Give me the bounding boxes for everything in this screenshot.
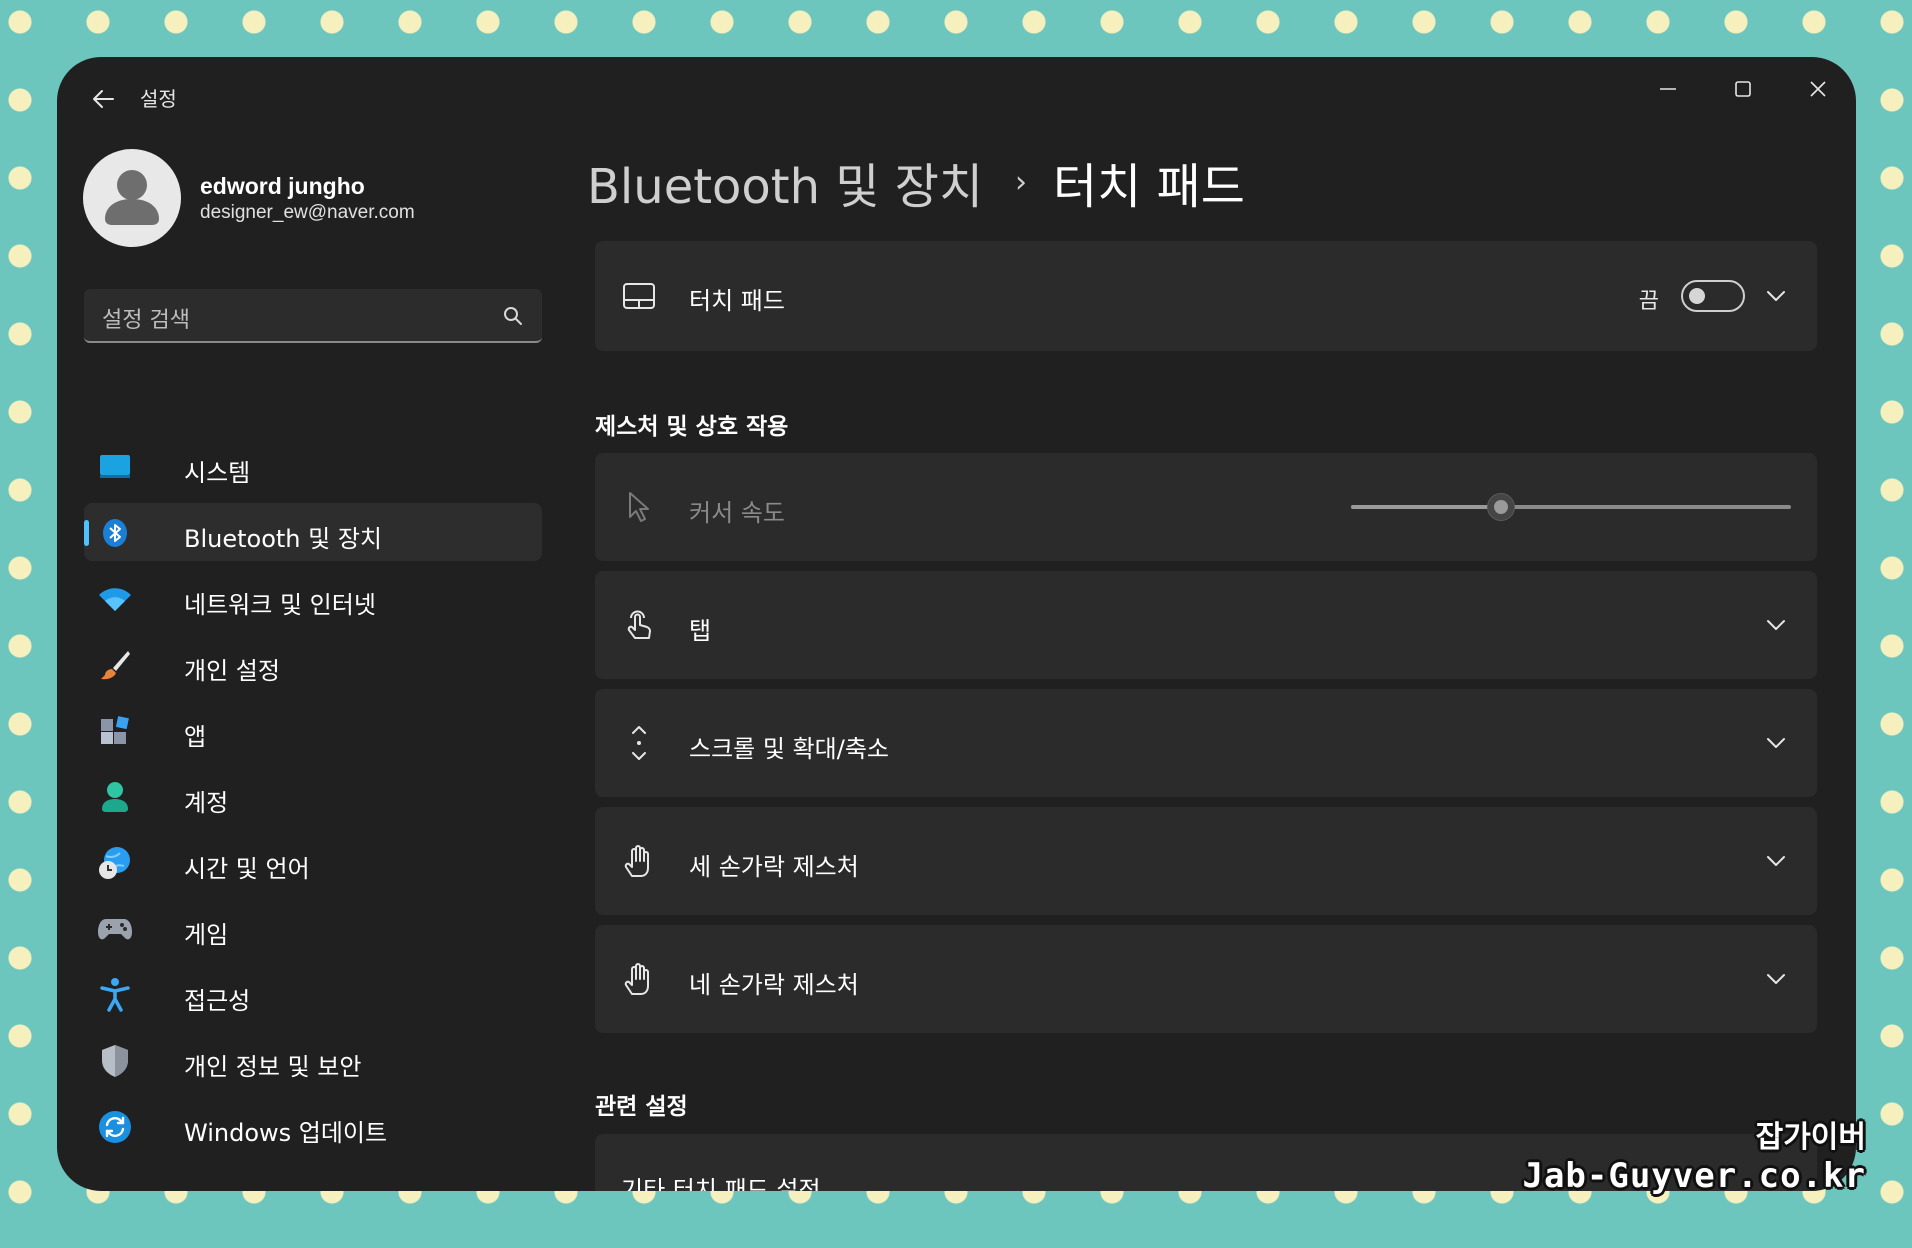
sidebar-item-label: 개인 설정 (184, 657, 280, 685)
three-finger-card[interactable]: 세 손가락 제스처 (595, 807, 1817, 915)
scroll-zoom-card[interactable]: 스크롤 및 확대/축소 (595, 689, 1817, 797)
user-email: designer_ew@naver.com (200, 202, 415, 223)
sidebar-item-gaming[interactable]: 게임 (84, 899, 542, 957)
sidebar-item-apps[interactable]: 앱 (84, 701, 542, 759)
update-icon (98, 1110, 132, 1144)
person-icon (105, 170, 159, 225)
sidebar-item-label: 앱 (184, 723, 207, 751)
sidebar-item-time-language[interactable]: 시간 및 언어 (84, 833, 542, 891)
sidebar-item-label: Windows 업데이트 (184, 1119, 388, 1147)
system-icon (98, 450, 132, 484)
sidebar-item-label: 게임 (184, 921, 229, 949)
sidebar-item-label: 계정 (184, 789, 229, 817)
avatar (83, 149, 181, 247)
sidebar-item-accessibility[interactable]: 접근성 (84, 965, 542, 1023)
bluetooth-icon (98, 516, 132, 550)
shield-icon (98, 1044, 132, 1078)
tap-icon (621, 607, 657, 643)
sidebar-item-label: 접근성 (184, 987, 251, 1015)
wifi-icon (98, 582, 132, 616)
touchpad-label: 터치 패드 (689, 287, 785, 315)
breadcrumb-parent[interactable]: Bluetooth 및 장치 (587, 147, 983, 217)
cursor-speed-label: 커서 속도 (689, 499, 785, 527)
sidebar-item-label: 개인 정보 및 보안 (184, 1053, 362, 1081)
back-button[interactable] (81, 79, 125, 119)
sidebar-item-personalization[interactable]: 개인 설정 (84, 635, 542, 693)
three-finger-hand-icon (621, 843, 657, 879)
touchpad-icon (621, 278, 657, 314)
maximize-button[interactable] (1713, 67, 1773, 111)
back-arrow-icon (93, 90, 114, 108)
watermark-korean: 잡가이버 (1755, 1120, 1866, 1155)
minimize-icon (1660, 88, 1676, 90)
sidebar-item-network[interactable]: 네트워크 및 인터넷 (84, 569, 542, 627)
tap-label: 탭 (689, 617, 712, 645)
app-title: 설정 (140, 87, 177, 111)
chevron-down-icon[interactable] (1765, 732, 1787, 754)
toggle-knob (1689, 288, 1705, 304)
tap-card[interactable]: 탭 (595, 571, 1817, 679)
cursor-speed-card: 커서 속도 (595, 453, 1817, 561)
sidebar-item-windows-update[interactable]: Windows 업데이트 (84, 1097, 542, 1155)
search-input[interactable]: 설정 검색 (102, 302, 190, 334)
sidebar-item-label: Bluetooth 및 장치 (184, 525, 383, 553)
touchpad-card[interactable]: 터치 패드 끔 (595, 241, 1817, 351)
scroll-zoom-label: 스크롤 및 확대/축소 (689, 735, 889, 763)
four-finger-label: 네 손가락 제스처 (689, 971, 859, 999)
sidebar-item-system[interactable]: 시스템 (84, 437, 542, 495)
title-bar: 설정 (57, 57, 1856, 137)
more-touchpad-settings-label: 기타 터치 패드 설정 (621, 1176, 821, 1191)
maximize-icon (1735, 81, 1751, 97)
gamepad-icon (98, 912, 132, 946)
settings-search[interactable]: 설정 검색 (84, 289, 542, 343)
chevron-down-icon[interactable] (1765, 850, 1787, 872)
sidebar-item-bluetooth[interactable]: Bluetooth 및 장치 (84, 503, 542, 561)
apps-icon (98, 714, 132, 748)
watermark: 잡가이버 Jab-Guyver.co.kr (1522, 1120, 1866, 1196)
close-icon (1810, 81, 1826, 97)
account-icon (98, 780, 132, 814)
user-name: edword jungho (200, 173, 365, 199)
touchpad-toggle[interactable] (1681, 280, 1745, 312)
sidebar-item-privacy-security[interactable]: 개인 정보 및 보안 (84, 1031, 542, 1089)
four-finger-hand-icon (621, 961, 657, 997)
search-icon (504, 307, 522, 325)
four-finger-card[interactable]: 네 손가락 제스처 (595, 925, 1817, 1033)
settings-window: 설정 edword jungho designer_ew@naver.com 설… (57, 57, 1856, 1191)
cursor-speed-slider[interactable] (1351, 493, 1791, 521)
sidebar-item-label: 시스템 (184, 459, 251, 487)
breadcrumb: Bluetooth 및 장치 › 터치 패드 (587, 147, 1245, 217)
active-indicator (84, 520, 89, 546)
slider-thumb[interactable] (1486, 493, 1515, 521)
globe-clock-icon (98, 846, 132, 880)
gestures-section-title: 제스처 및 상호 작용 (595, 414, 789, 440)
accessibility-icon (98, 978, 132, 1012)
sidebar-item-label: 시간 및 언어 (184, 855, 310, 883)
breadcrumb-separator: › (1015, 164, 1028, 200)
slider-fill (1351, 505, 1501, 509)
toggle-state-label: 끔 (1638, 289, 1659, 314)
close-button[interactable] (1788, 67, 1848, 111)
scroll-icon (621, 725, 657, 761)
sidebar-item-label: 네트워크 및 인터넷 (184, 591, 376, 619)
page-title: 터치 패드 (1053, 159, 1245, 215)
sidebar-item-accounts[interactable]: 계정 (84, 767, 542, 825)
chevron-down-icon[interactable] (1765, 614, 1787, 636)
chevron-down-icon[interactable] (1765, 968, 1787, 990)
chevron-down-icon[interactable] (1765, 285, 1787, 307)
user-profile[interactable]: edword jungho designer_ew@naver.com (83, 149, 543, 249)
minimize-button[interactable] (1638, 67, 1698, 111)
brush-icon (98, 648, 132, 682)
related-section-title: 관련 설정 (595, 1094, 688, 1120)
watermark-url: Jab-Guyver.co.kr (1522, 1156, 1866, 1196)
three-finger-label: 세 손가락 제스처 (689, 853, 859, 881)
cursor-icon (621, 489, 657, 525)
